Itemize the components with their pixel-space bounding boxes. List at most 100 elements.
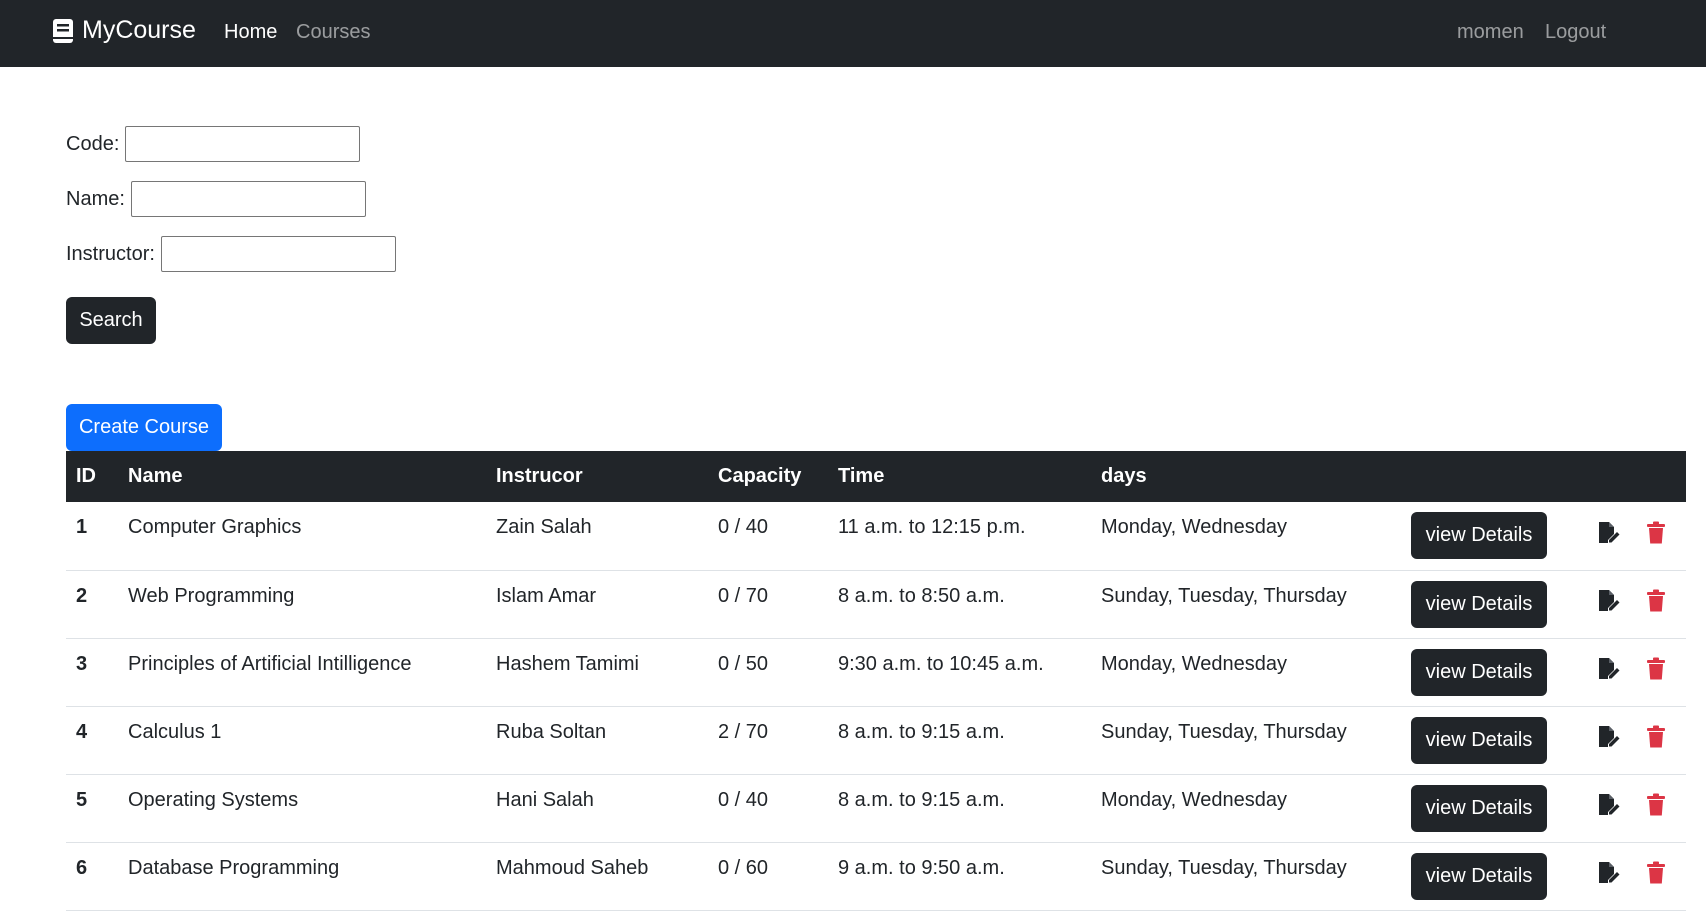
- search-button[interactable]: Search: [66, 297, 156, 344]
- nav-user[interactable]: momen: [1457, 21, 1524, 44]
- row-days-cell: Monday, Wednesday: [1091, 774, 1401, 842]
- row-time: 9 a.m. to 9:50 a.m.: [838, 856, 1005, 879]
- row-capacity: 0 / 50: [718, 652, 769, 675]
- row-id-cell: 4: [66, 706, 118, 774]
- nav-home[interactable]: Home: [224, 21, 277, 44]
- row-time: 9:30 a.m. to 10:45 a.m.: [838, 652, 1044, 675]
- header-actions: [1586, 451, 1686, 502]
- instructor-input[interactable]: [160, 236, 396, 272]
- row-days: Sunday, Tuesday, Thursday: [1101, 720, 1347, 743]
- code-row: Code:: [66, 126, 396, 162]
- code-input[interactable]: [125, 126, 361, 162]
- edit-file-icon[interactable]: [1596, 521, 1620, 551]
- name-input[interactable]: [130, 181, 366, 217]
- top-navbar: MyCourse Home Courses momen Logout: [0, 0, 1706, 67]
- row-instructor-cell: Zain Salah: [486, 502, 708, 570]
- table-row: 5 Operating Systems Hani Salah 0 / 40 8 a.m.…: [66, 774, 1686, 842]
- actions-cell: [1586, 774, 1686, 842]
- row-instructor: Islam Amar: [496, 584, 597, 607]
- instructor-row: Instructor:: [66, 236, 396, 272]
- row-id: 6: [76, 856, 88, 879]
- row-name: Computer Graphics: [128, 516, 302, 539]
- trash-icon[interactable]: [1646, 521, 1666, 551]
- row-days: Sunday, Tuesday, Thursday: [1101, 584, 1347, 607]
- row-days-cell: Monday, Wednesday: [1091, 502, 1401, 570]
- table-row: 3 Principles of Artificial Intilligence Ha…: [66, 638, 1686, 706]
- row-id: 3: [76, 652, 88, 675]
- row-capacity-cell: 0 / 50: [708, 638, 828, 706]
- edit-file-icon[interactable]: [1596, 725, 1620, 755]
- view-cell: view Details: [1401, 638, 1586, 706]
- view-details-button[interactable]: view Details: [1411, 852, 1547, 900]
- header-days: days: [1101, 465, 1147, 487]
- trash-icon[interactable]: [1646, 725, 1666, 755]
- create-course-button[interactable]: Create Course: [66, 404, 222, 451]
- nav-courses[interactable]: Courses: [296, 21, 370, 44]
- row-capacity-cell: 2 / 70: [708, 706, 828, 774]
- courses-table: ID Name Instrucor Capacity Time days 1 Co…: [66, 451, 1686, 911]
- edit-file-icon[interactable]: [1596, 657, 1620, 687]
- row-capacity-cell: 0 / 40: [708, 774, 828, 842]
- row-capacity-cell: 0 / 40: [708, 502, 828, 570]
- actions-cell: [1586, 570, 1686, 638]
- row-capacity: 2 / 70: [718, 720, 769, 743]
- row-time-cell: 9:30 a.m. to 10:45 a.m.: [828, 638, 1091, 706]
- row-capacity: 0 / 40: [718, 516, 769, 539]
- code-label: Code:: [66, 132, 120, 155]
- row-instructor-cell: Hani Salah: [486, 774, 708, 842]
- edit-file-icon[interactable]: [1596, 793, 1620, 823]
- logout-link[interactable]: Logout: [1545, 21, 1606, 44]
- view-details-button[interactable]: view Details: [1411, 716, 1547, 764]
- row-name: Operating Systems: [128, 788, 299, 811]
- trash-icon[interactable]: [1646, 589, 1666, 619]
- row-instructor: Ruba Soltan: [496, 720, 607, 743]
- table-row: 4 Calculus 1 Ruba Soltan 2 / 70 8 a.m. to 9:…: [66, 706, 1686, 774]
- header-instructor: Instrucor: [496, 465, 583, 487]
- row-id-cell: 3: [66, 638, 118, 706]
- instructor-label: Instructor:: [66, 242, 155, 265]
- row-time-cell: 11 a.m. to 12:15 p.m.: [828, 502, 1091, 570]
- brand-name: MyCourse: [82, 16, 196, 44]
- row-instructor-cell: Mahmoud Saheb: [486, 842, 708, 910]
- header-name: Name: [128, 465, 183, 487]
- row-capacity: 0 / 60: [718, 856, 769, 879]
- row-instructor-cell: Ruba Soltan: [486, 706, 708, 774]
- row-days-cell: Sunday, Tuesday, Thursday: [1091, 842, 1401, 910]
- row-instructor-cell: Islam Amar: [486, 570, 708, 638]
- row-capacity: 0 / 40: [718, 788, 769, 811]
- actions-cell: [1586, 638, 1686, 706]
- view-cell: view Details: [1401, 570, 1586, 638]
- trash-icon[interactable]: [1646, 793, 1666, 823]
- row-time-cell: 8 a.m. to 9:15 a.m.: [828, 774, 1091, 842]
- row-id: 5: [76, 788, 88, 811]
- view-details-button[interactable]: view Details: [1411, 512, 1547, 560]
- trash-icon[interactable]: [1646, 657, 1666, 687]
- row-id-cell: 2: [66, 570, 118, 638]
- row-days: Monday, Wednesday: [1101, 788, 1288, 811]
- row-instructor-cell: Hashem Tamimi: [486, 638, 708, 706]
- edit-file-icon[interactable]: [1596, 589, 1620, 619]
- row-id-cell: 6: [66, 842, 118, 910]
- view-cell: view Details: [1401, 706, 1586, 774]
- row-name-cell: Web Programming: [118, 570, 486, 638]
- view-details-button[interactable]: view Details: [1411, 580, 1547, 628]
- row-time-cell: 9 a.m. to 9:50 a.m.: [828, 842, 1091, 910]
- header-view: [1401, 451, 1586, 502]
- row-id-cell: 5: [66, 774, 118, 842]
- row-capacity: 0 / 70: [718, 584, 769, 607]
- header-time: Time: [838, 465, 885, 487]
- name-row: Name:: [66, 181, 396, 217]
- row-capacity-cell: 0 / 60: [708, 842, 828, 910]
- view-details-button[interactable]: view Details: [1411, 648, 1547, 696]
- row-id: 2: [76, 584, 88, 607]
- header-capacity: Capacity: [718, 465, 802, 487]
- row-days-cell: Monday, Wednesday: [1091, 638, 1401, 706]
- row-name-cell: Principles of Artificial Intilligence: [118, 638, 486, 706]
- view-details-button[interactable]: view Details: [1411, 784, 1547, 832]
- row-instructor: Zain Salah: [496, 516, 592, 539]
- table-row: 6 Database Programming Mahmoud Saheb 0 / 60…: [66, 842, 1686, 910]
- name-label: Name:: [66, 187, 125, 210]
- brand[interactable]: MyCourse: [52, 16, 196, 45]
- row-time: 8 a.m. to 8:50 a.m.: [838, 584, 1005, 607]
- view-cell: view Details: [1401, 774, 1586, 842]
